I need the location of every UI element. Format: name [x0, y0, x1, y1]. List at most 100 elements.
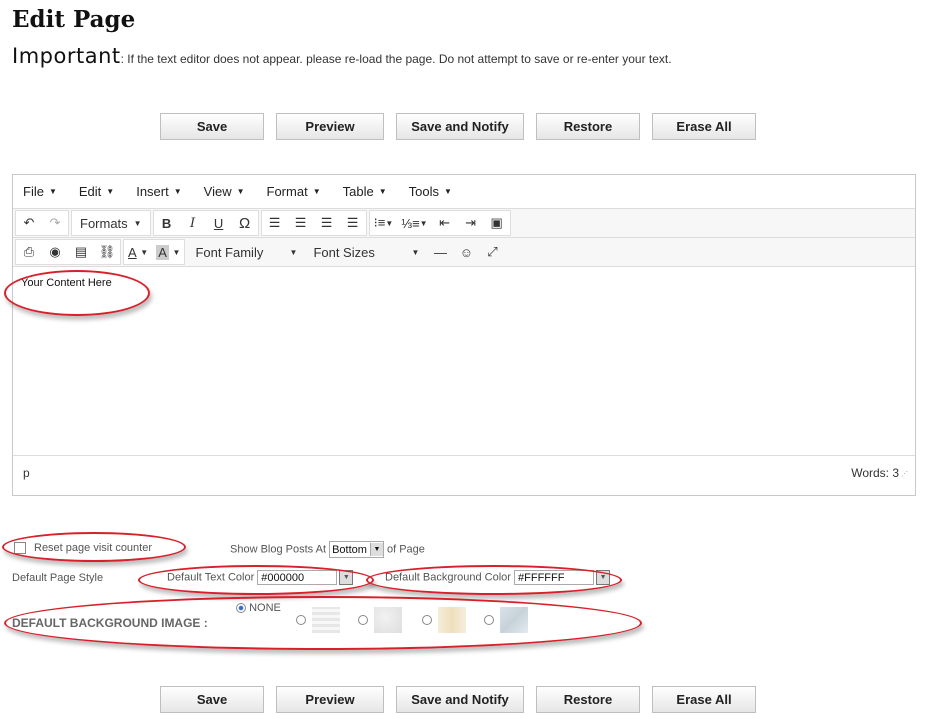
reset-counter-option: Reset page visit counter	[14, 542, 152, 555]
caret-down-icon: ▼	[411, 247, 420, 257]
show-blog-value: Bottom	[332, 543, 367, 556]
font-family-dropdown[interactable]: Font Family ▼	[187, 241, 305, 263]
history-group: ↶ ↷	[15, 210, 69, 236]
bg-image-radio-1[interactable]	[296, 615, 306, 625]
text-color-option: Default Text Color #000000 ▼	[167, 570, 354, 585]
special-character-icon[interactable]: Ω	[232, 212, 258, 234]
menu-label: File	[23, 184, 44, 199]
bullet-list-icon[interactable]: ⁝≡ ▼	[370, 212, 398, 234]
text-editor: File ▼ Edit ▼ Insert ▼ View ▼ Format ▼ Table ▼…	[12, 174, 916, 496]
caret-down-icon: ▼	[106, 187, 115, 196]
save-and-notify-button[interactable]: Save and Notify	[396, 686, 524, 713]
caret-down-icon: ▼	[443, 187, 452, 196]
list-group: ⁝≡ ▼ ⅓≡ ▼ ⇤ ⇥ ▣	[368, 210, 511, 236]
save-and-notify-button[interactable]: Save and Notify	[396, 113, 524, 140]
indent-icon[interactable]: ⇥	[458, 212, 484, 234]
menu-tools[interactable]: Tools ▼	[409, 184, 452, 199]
caret-down-icon: ▼	[378, 187, 387, 196]
preview-eye-icon[interactable]: ◉	[42, 241, 68, 263]
show-blog-option: Show Blog Posts At Bottom ▼ of Page	[230, 541, 425, 558]
bg-image-option-1	[296, 607, 340, 633]
menu-edit[interactable]: Edit ▼	[79, 184, 114, 199]
formats-dropdown[interactable]: Formats ▼	[72, 212, 150, 234]
bottom-button-row: Save Preview Save and Notify Restore Era…	[160, 686, 756, 713]
align-right-icon[interactable]: ☰	[314, 212, 340, 234]
important-label: Important	[12, 44, 121, 68]
bg-texture-thumbnail[interactable]	[312, 607, 340, 633]
menu-insert[interactable]: Insert ▼	[136, 184, 181, 199]
bg-color-value: #FFFFFF	[518, 571, 565, 584]
font-sizes-dropdown[interactable]: Font Sizes ▼	[305, 241, 427, 263]
background-color-icon[interactable]: A ▼	[152, 241, 184, 263]
restore-button[interactable]: Restore	[536, 113, 640, 140]
menu-format[interactable]: Format ▼	[267, 184, 321, 199]
menu-file[interactable]: File ▼	[23, 184, 57, 199]
align-group: ☰ ☰ ☰ ☰	[260, 210, 367, 236]
show-blog-label: Show Blog Posts At	[230, 543, 326, 556]
bg-none-label: NONE	[249, 602, 281, 614]
restore-button[interactable]: Restore	[536, 686, 640, 713]
element-path[interactable]: p	[23, 466, 30, 480]
print-icon[interactable]: ⎙	[16, 241, 42, 263]
menu-view[interactable]: View ▼	[204, 184, 245, 199]
bg-image-radio-3[interactable]	[422, 615, 432, 625]
horizontal-rule-icon[interactable]: —	[427, 241, 453, 263]
font-sizes-label: Font Sizes	[313, 244, 375, 260]
align-center-icon[interactable]: ☰	[288, 212, 314, 234]
outdent-icon[interactable]: ⇤	[432, 212, 458, 234]
misc-group: ⎙ ◉ ▤ ⛓	[15, 239, 121, 265]
media-icon[interactable]: ▤	[68, 241, 94, 263]
color-group: A ▼ A ▼	[123, 239, 186, 265]
caret-down-icon: ▼	[236, 187, 245, 196]
text-color-icon[interactable]: A ▼	[124, 241, 152, 263]
editor-content-area[interactable]: Your Content Here	[13, 267, 915, 455]
erase-all-button[interactable]: Erase All	[652, 113, 756, 140]
font-family-label: Font Family	[195, 244, 264, 260]
redo-icon[interactable]: ↷	[42, 212, 68, 234]
fullscreen-icon[interactable]: ⤢	[479, 241, 505, 263]
preview-button[interactable]: Preview	[276, 686, 384, 713]
menu-table[interactable]: Table ▼	[343, 184, 387, 199]
link-icon[interactable]: ⛓	[94, 241, 120, 263]
align-justify-icon[interactable]: ☰	[340, 212, 366, 234]
bg-image-radio-4[interactable]	[484, 615, 494, 625]
save-button[interactable]: Save	[160, 113, 264, 140]
bg-image-radio-2[interactable]	[358, 615, 368, 625]
formats-group: Formats ▼	[71, 210, 151, 236]
bold-icon[interactable]: B	[154, 212, 180, 234]
show-blog-select[interactable]: Bottom ▼	[329, 541, 384, 558]
resize-grip-icon[interactable]: ⋰	[901, 470, 909, 478]
formats-label: Formats	[80, 215, 128, 231]
important-notice: Important: If the text editor does not a…	[12, 44, 672, 68]
preview-button[interactable]: Preview	[276, 113, 384, 140]
caret-down-icon: ▼	[312, 187, 321, 196]
bg-color-input[interactable]: #FFFFFF	[514, 570, 595, 585]
bg-image-option-4	[484, 607, 528, 633]
menu-label: View	[203, 184, 232, 199]
erase-all-button[interactable]: Erase All	[652, 686, 756, 713]
top-button-row: Save Preview Save and Notify Restore Era…	[160, 113, 756, 140]
editor-statusbar: p Words: 3 ⋰	[13, 455, 915, 490]
reset-counter-checkbox[interactable]	[14, 542, 26, 555]
text-color-input[interactable]: #000000	[257, 570, 338, 585]
undo-icon[interactable]: ↶	[16, 212, 42, 234]
bg-none-radio[interactable]	[236, 603, 246, 614]
bg-color-picker-icon[interactable]: ▼	[596, 570, 611, 585]
page-title: Edit Page	[12, 6, 136, 33]
editor-menubar: File ▼ Edit ▼ Insert ▼ View ▼ Format ▼ Table ▼…	[13, 175, 915, 208]
text-color-value: #000000	[261, 571, 305, 584]
emoticon-icon[interactable]: ☺	[453, 241, 479, 263]
bg-texture-thumbnail[interactable]	[374, 607, 402, 633]
text-color-picker-icon[interactable]: ▼	[339, 570, 354, 585]
image-icon[interactable]: ▣	[484, 212, 510, 234]
editor-toolbar-2: ⎙ ◉ ▤ ⛓ A ▼ A ▼ Font Family ▼ Font Sizes ▼…	[13, 237, 915, 267]
align-left-icon[interactable]: ☰	[262, 212, 288, 234]
save-button[interactable]: Save	[160, 686, 264, 713]
important-text: : If the text editor does not appear. pl…	[120, 52, 672, 66]
bg-image-label: DEFAULT BACKGROUND IMAGE :	[12, 616, 208, 630]
bg-texture-thumbnail[interactable]	[438, 607, 466, 633]
numbered-list-icon[interactable]: ⅓≡ ▼	[397, 212, 431, 234]
underline-icon[interactable]: U	[206, 212, 232, 234]
italic-icon[interactable]: I	[180, 212, 206, 234]
bg-texture-thumbnail[interactable]	[500, 607, 528, 633]
